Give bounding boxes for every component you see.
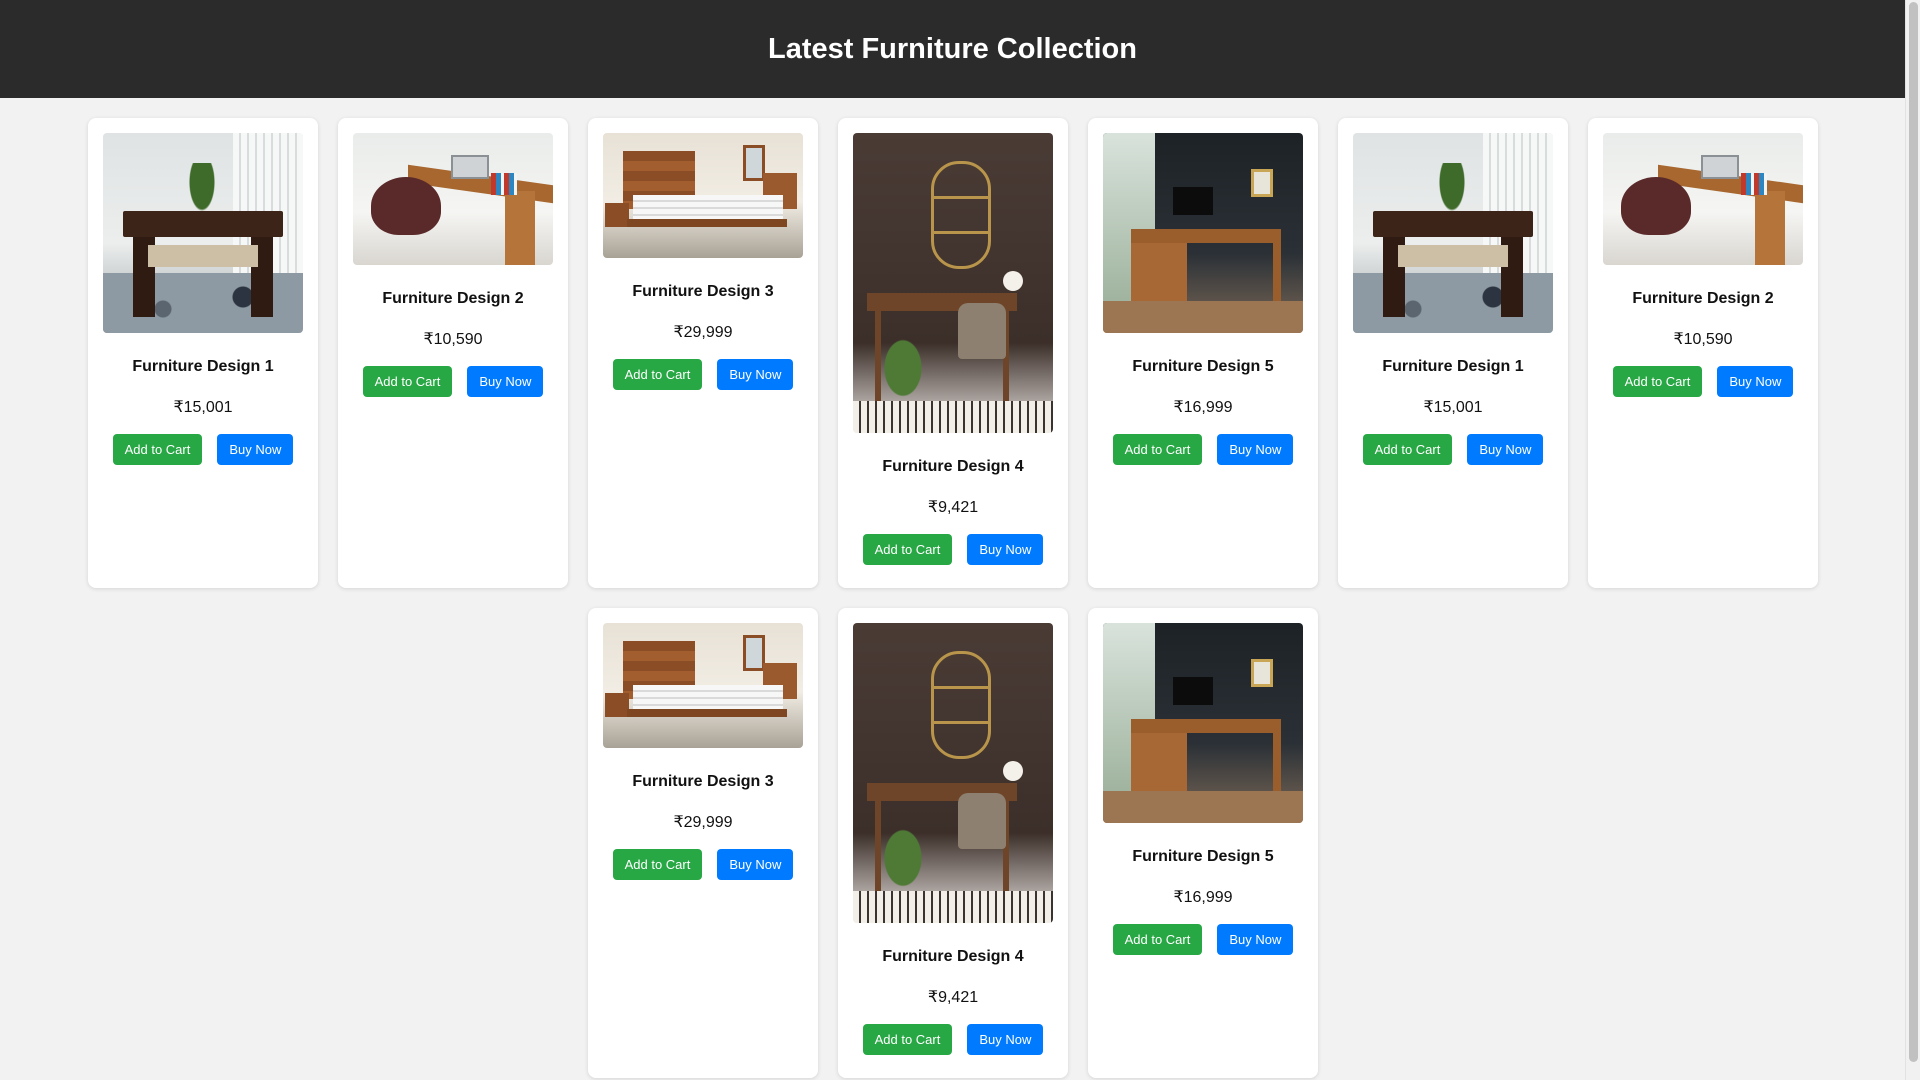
buy-now-button[interactable]: Buy Now (1217, 924, 1294, 955)
product-actions: Add to Cart Buy Now (112, 434, 294, 465)
product-price: ₹9,421 (927, 989, 979, 1006)
product-name: Furniture Design 2 (382, 290, 524, 307)
wooden-desk-image (353, 133, 553, 265)
product-price: ₹9,421 (927, 499, 979, 516)
product-name: Furniture Design 1 (132, 358, 274, 375)
buy-now-button[interactable]: Buy Now (467, 366, 544, 397)
buy-now-button[interactable]: Buy Now (1217, 434, 1294, 465)
product-name: Furniture Design 5 (1132, 358, 1274, 375)
product-price: ₹15,001 (1423, 399, 1483, 416)
vertical-scrollbar[interactable] (1905, 0, 1920, 1080)
scrollbar-thumb[interactable] (1909, 2, 1918, 1062)
product-card: Furniture Design 2 ₹10,590 Add to Cart B… (338, 118, 568, 588)
product-card: Furniture Design 2 ₹10,590 Add to Cart B… (1588, 118, 1818, 588)
product-actions: Add to Cart Buy Now (1112, 434, 1294, 465)
office-desk-image (1103, 133, 1303, 333)
add-to-cart-button[interactable]: Add to Cart (862, 1024, 953, 1055)
buy-now-button[interactable]: Buy Now (1467, 434, 1544, 465)
bed-image (603, 623, 803, 748)
product-card: Furniture Design 4 ₹9,421 Add to Cart Bu… (838, 118, 1068, 588)
product-price: ₹15,001 (173, 399, 233, 416)
product-price: ₹29,999 (673, 814, 733, 831)
page-header: Latest Furniture Collection (0, 0, 1905, 98)
product-name: Furniture Design 4 (882, 458, 1024, 475)
product-name: Furniture Design 2 (1632, 290, 1774, 307)
product-name: Furniture Design 3 (632, 773, 774, 790)
product-actions: Add to Cart Buy Now (1112, 924, 1294, 955)
product-actions: Add to Cart Buy Now (612, 359, 794, 390)
buy-now-button[interactable]: Buy Now (717, 359, 794, 390)
product-price: ₹16,999 (1173, 889, 1233, 906)
add-to-cart-button[interactable]: Add to Cart (362, 366, 453, 397)
product-name: Furniture Design 4 (882, 948, 1024, 965)
product-name: Furniture Design 3 (632, 283, 774, 300)
add-to-cart-button[interactable]: Add to Cart (862, 534, 953, 565)
product-grid: Furniture Design 1 ₹15,001 Add to Cart B… (88, 118, 1818, 1078)
product-actions: Add to Cart Buy Now (1612, 366, 1794, 397)
product-actions: Add to Cart Buy Now (612, 849, 794, 880)
product-card: Furniture Design 3 ₹29,999 Add to Cart B… (588, 608, 818, 1078)
add-to-cart-button[interactable]: Add to Cart (1112, 924, 1203, 955)
add-to-cart-button[interactable]: Add to Cart (1362, 434, 1453, 465)
product-actions: Add to Cart Buy Now (862, 1024, 1044, 1055)
buy-now-button[interactable]: Buy Now (967, 1024, 1044, 1055)
product-actions: Add to Cart Buy Now (862, 534, 1044, 565)
add-to-cart-button[interactable]: Add to Cart (1112, 434, 1203, 465)
buy-now-button[interactable]: Buy Now (717, 849, 794, 880)
buy-now-button[interactable]: Buy Now (1717, 366, 1794, 397)
vanity-desk-image (853, 133, 1053, 433)
add-to-cart-button[interactable]: Add to Cart (1612, 366, 1703, 397)
add-to-cart-button[interactable]: Add to Cart (612, 359, 703, 390)
product-card: Furniture Design 3 ₹29,999 Add to Cart B… (588, 118, 818, 588)
product-price: ₹10,590 (1673, 331, 1733, 348)
office-desk-image (1103, 623, 1303, 823)
product-card: Furniture Design 1 ₹15,001 Add to Cart B… (88, 118, 318, 588)
product-card: Furniture Design 5 ₹16,999 Add to Cart B… (1088, 118, 1318, 588)
add-to-cart-button[interactable]: Add to Cart (112, 434, 203, 465)
coffee-table-image (103, 133, 303, 333)
page-title: Latest Furniture Collection (768, 32, 1137, 65)
wooden-desk-image (1603, 133, 1803, 265)
product-card: Furniture Design 5 ₹16,999 Add to Cart B… (1088, 608, 1318, 1078)
product-name: Furniture Design 5 (1132, 848, 1274, 865)
product-price: ₹16,999 (1173, 399, 1233, 416)
product-actions: Add to Cart Buy Now (1362, 434, 1544, 465)
buy-now-button[interactable]: Buy Now (217, 434, 294, 465)
coffee-table-image (1353, 133, 1553, 333)
product-price: ₹29,999 (673, 324, 733, 341)
product-price: ₹10,590 (423, 331, 483, 348)
add-to-cart-button[interactable]: Add to Cart (612, 849, 703, 880)
buy-now-button[interactable]: Buy Now (967, 534, 1044, 565)
product-actions: Add to Cart Buy Now (362, 366, 544, 397)
product-card: Furniture Design 4 ₹9,421 Add to Cart Bu… (838, 608, 1068, 1078)
vanity-desk-image (853, 623, 1053, 923)
bed-image (603, 133, 803, 258)
product-name: Furniture Design 1 (1382, 358, 1524, 375)
product-card: Furniture Design 1 ₹15,001 Add to Cart B… (1338, 118, 1568, 588)
